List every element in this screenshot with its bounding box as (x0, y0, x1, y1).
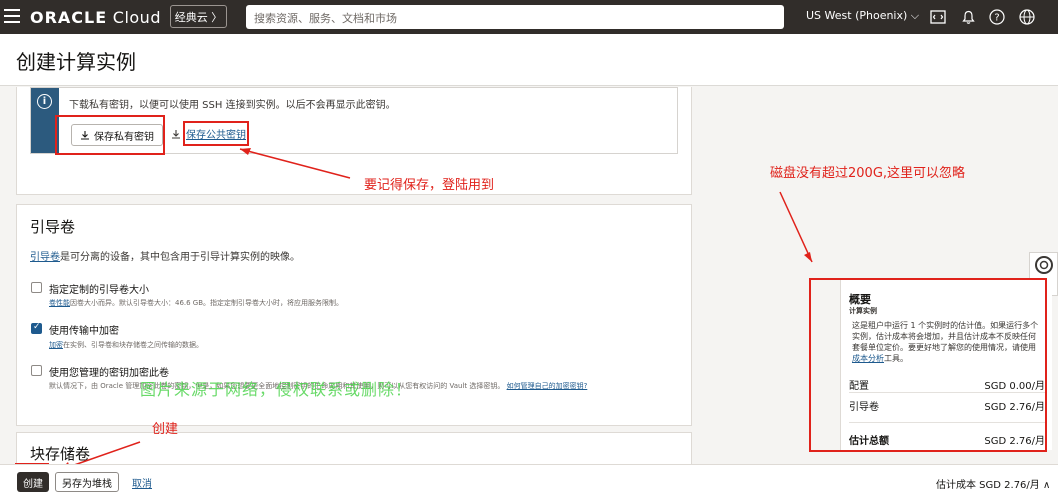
create-button[interactable]: 创建 (17, 472, 49, 492)
cancel-link[interactable]: 取消 (132, 475, 152, 490)
annotation-disk-note: 磁盘没有超过200G,这里可以忽略 (770, 166, 966, 181)
watermark-text: 图片来源于网络，侵权联系或删除！ (140, 380, 413, 399)
save-as-stack-button[interactable]: 另存为堆栈 (55, 472, 119, 492)
annotation-create-note: 创建 (152, 422, 179, 437)
bottom-action-bar (0, 464, 1058, 500)
estimated-cost-toggle[interactable]: 估计成本 SGD 2.76/月 ∧ (936, 476, 1050, 491)
annotation-save-note: 要记得保存，登陆用到 (364, 178, 495, 193)
